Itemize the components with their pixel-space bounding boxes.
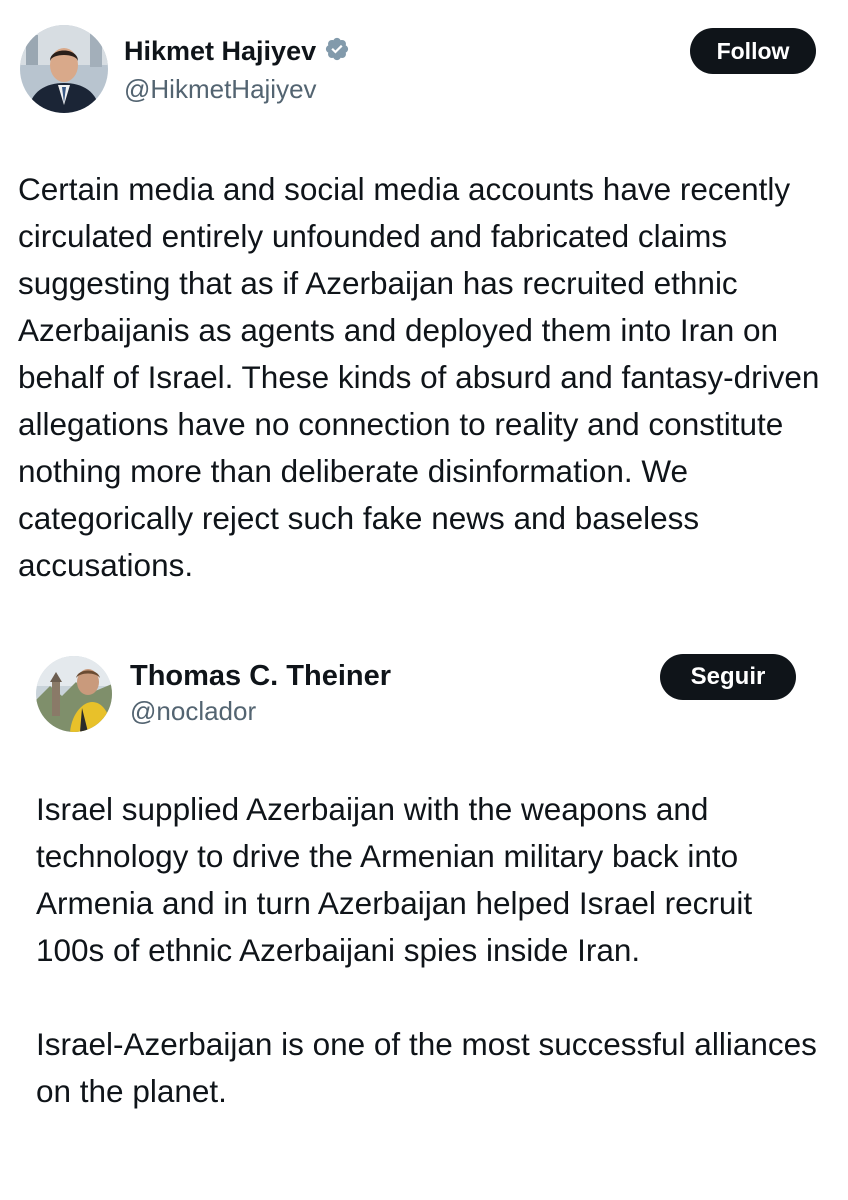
- tweet-paragraph: Israel-Azerbaijan is one of the most suc…: [36, 1026, 817, 1109]
- profile-photo-icon: [36, 656, 112, 732]
- author-handle[interactable]: @HikmetHajiyev: [124, 74, 317, 105]
- profile-photo-icon: [20, 25, 108, 113]
- main-tweet: Hikmet Hajiyev @HikmetHajiyev Follow Cer…: [0, 0, 848, 640]
- tweet-paragraph: Israel supplied Azerbaijan with the weap…: [36, 791, 753, 968]
- author-handle[interactable]: @noclador: [130, 696, 256, 727]
- reply-tweet: Thomas C. Theiner @noclador Seguir Israe…: [0, 640, 848, 1200]
- follow-button[interactable]: Follow: [690, 28, 816, 74]
- tweet-text: Israel supplied Azerbaijan with the weap…: [36, 786, 826, 1115]
- author-display-name[interactable]: Thomas C. Theiner: [130, 660, 391, 693]
- verified-badge-icon: [324, 36, 350, 67]
- author-name-line: Thomas C. Theiner: [130, 658, 391, 694]
- follow-button[interactable]: Seguir: [660, 654, 796, 700]
- tweet-text: Certain media and social media accounts …: [18, 171, 820, 583]
- avatar[interactable]: [36, 656, 112, 732]
- author-display-name[interactable]: Hikmet Hajiyev: [124, 36, 316, 67]
- author-name-line: Hikmet Hajiyev: [124, 32, 350, 70]
- avatar[interactable]: [20, 25, 108, 113]
